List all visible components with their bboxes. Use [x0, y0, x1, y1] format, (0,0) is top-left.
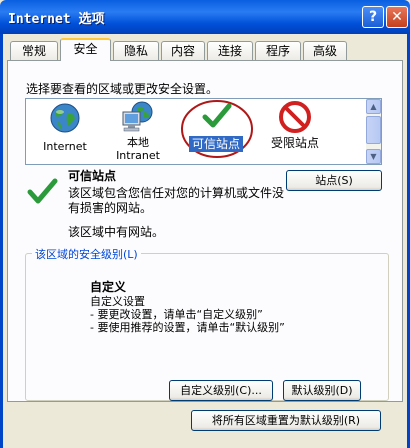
globe-icon — [50, 103, 80, 133]
selected-zone-title: 可信站点 — [68, 169, 117, 183]
tab-general[interactable]: 常规 — [10, 41, 58, 60]
sites-button[interactable]: 站点(S) — [286, 170, 382, 191]
tab-programs[interactable]: 程序 — [255, 41, 301, 60]
custom-level-button[interactable]: 自定义级别(C)... — [169, 380, 273, 401]
help-icon: ? — [368, 9, 378, 25]
checkmark-icon — [202, 103, 232, 128]
close-button[interactable]: ✕ — [386, 6, 408, 28]
security-level-group-label: 该区域的安全级别(L) — [32, 246, 141, 262]
zone-trusted-sites-label: 可信站点 — [189, 136, 244, 152]
tab-advanced[interactable]: 高级 — [303, 41, 347, 60]
chevron-down-icon: ▼ — [370, 152, 377, 161]
security-level-details: 自定义设置 - 要更改设置，请单击“自定义级别” - 要使用推荐的设置，请单击“… — [90, 295, 285, 334]
title-bar: Internet 选项 ? ✕ — [0, 0, 410, 34]
scroll-down-button[interactable]: ▼ — [366, 149, 381, 164]
zone-internet-label: Internet — [43, 140, 87, 153]
security-level-name: 自定义 — [90, 280, 127, 294]
default-level-button[interactable]: 默认级别(D) — [283, 380, 361, 401]
selected-zone-note: 该区域中有网站。 — [68, 225, 165, 239]
selected-zone-checkmark-icon — [27, 178, 58, 204]
tab-content[interactable]: 内容 — [161, 41, 205, 60]
scroll-thumb[interactable] — [366, 116, 381, 144]
tab-privacy[interactable]: 隐私 — [113, 41, 159, 60]
selected-zone-description: 该区域包含您信任对您的计算机或文件没有损害的网站。 — [68, 186, 285, 215]
zone-list-scrollbar[interactable]: ▲ ▼ — [366, 99, 381, 164]
chevron-up-icon: ▲ — [370, 102, 377, 111]
zone-local-intranet[interactable]: 本地 Intranet — [104, 100, 172, 162]
local-intranet-icon — [122, 101, 153, 132]
reset-all-zones-button[interactable]: 将所有区域重置为默认级别(R) — [191, 410, 381, 431]
zone-local-intranet-label: 本地 Intranet — [116, 136, 160, 162]
tab-connections[interactable]: 连接 — [207, 41, 253, 60]
zone-internet[interactable]: Internet — [30, 102, 100, 153]
zone-restricted-sites-label: 受限站点 — [270, 136, 319, 150]
restricted-icon — [279, 101, 311, 133]
zone-restricted-sites[interactable]: 受限站点 — [260, 100, 330, 150]
window-title: Internet 选项 — [8, 12, 105, 27]
tab-security[interactable]: 安全 — [60, 38, 111, 61]
help-button[interactable]: ? — [362, 6, 384, 28]
zone-trusted-sites[interactable]: 可信站点 — [180, 98, 254, 160]
close-icon: ✕ — [391, 9, 403, 25]
scroll-up-button[interactable]: ▲ — [366, 99, 381, 114]
zone-instruction: 选择要查看的区域或更改安全设置。 — [26, 82, 219, 96]
